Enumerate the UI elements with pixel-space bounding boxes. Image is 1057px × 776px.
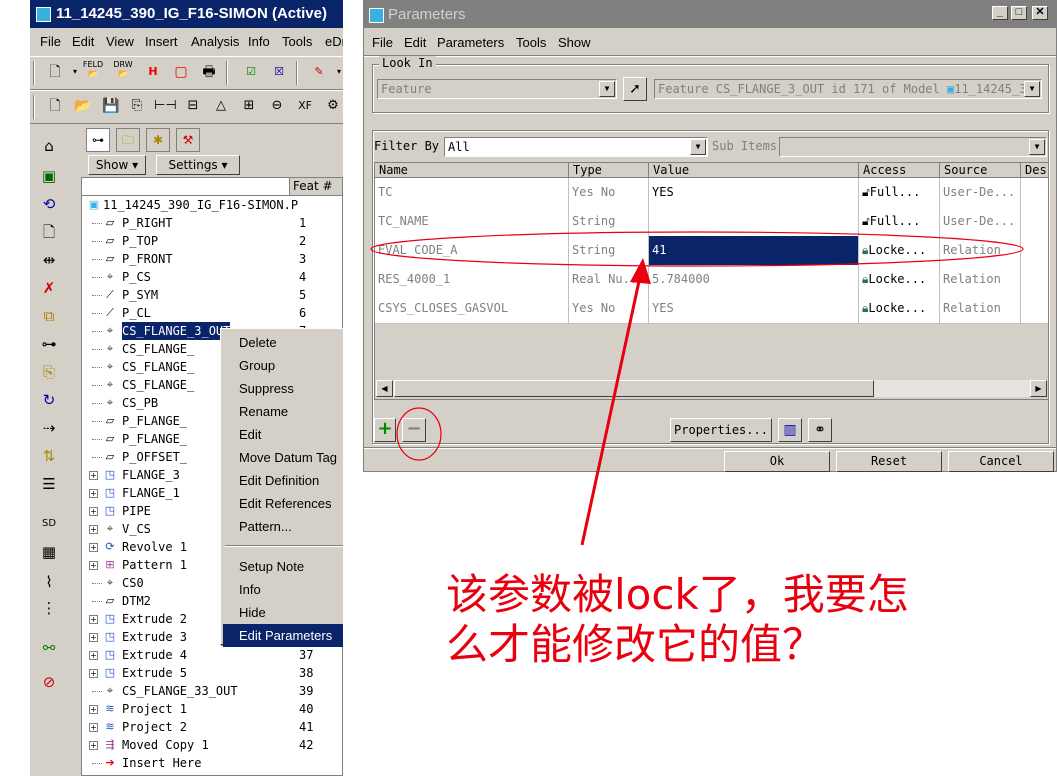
highlight-ellipse-row <box>370 231 1024 267</box>
highlight-ellipse-minus <box>396 407 442 461</box>
annotation-line-2: 么才能修改它的值？ <box>446 620 825 669</box>
annotation-text: 该参数被lock了，我要怎 么才能修改它的值？ <box>446 570 909 670</box>
annotation-arrowhead <box>630 258 651 284</box>
annotation-line-1: 该参数被lock了，我要怎 <box>446 570 909 619</box>
annotation-arrow-line <box>580 271 643 546</box>
